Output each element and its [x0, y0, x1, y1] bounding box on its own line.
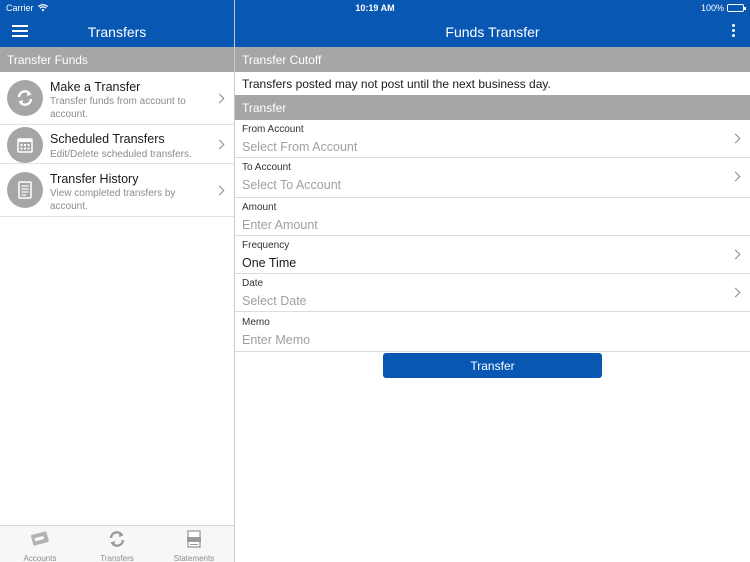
frequency-label: Frequency: [242, 240, 290, 251]
menu-item-make-transfer[interactable]: Make a Transfer Transfer funds from acco…: [0, 72, 234, 125]
memo-input[interactable]: [242, 333, 642, 347]
clock: 10:19 AM: [355, 3, 395, 13]
tab-statements[interactable]: Statements: [155, 528, 233, 562]
frequency-field[interactable]: Frequency One Time: [235, 236, 750, 274]
menu-item-title: Make a Transfer: [50, 80, 141, 94]
tab-label: Statements: [173, 554, 215, 562]
battery-indicator: 100%: [700, 3, 746, 13]
chevron-right-icon: [730, 249, 741, 260]
amount-input[interactable]: [242, 218, 642, 232]
chevron-right-icon: [214, 185, 225, 196]
to-account-field[interactable]: To Account Select To Account: [235, 158, 750, 198]
chevron-right-icon: [214, 93, 225, 104]
menu-item-subtitle: View completed transfers by account.: [50, 188, 176, 212]
left-pane: Transfer Funds Make a Transfer Transfer …: [0, 47, 234, 525]
tab-bar: Accounts Transfers Statements: [0, 525, 234, 562]
transfer-section-header: Transfer: [235, 95, 750, 120]
menu-item-scheduled-transfers[interactable]: Scheduled Transfers Edit/Delete schedule…: [0, 125, 234, 164]
frequency-value: One Time: [242, 256, 297, 270]
cutoff-notice: Transfers posted may not post until the …: [242, 77, 551, 91]
tab-label: Accounts: [23, 554, 57, 562]
chevron-right-icon: [730, 133, 741, 144]
amount-value-wrap: [242, 218, 642, 232]
date-value: Select Date: [242, 294, 307, 308]
menu-item-transfer-history[interactable]: Transfer History View completed transfer…: [0, 164, 234, 217]
calendar-icon: [7, 127, 43, 163]
menu-item-title: Scheduled Transfers: [50, 132, 165, 146]
transfer-funds-header: Transfer Funds: [0, 47, 234, 72]
left-nav-title: Transfers: [87, 24, 147, 40]
chevron-right-icon: [730, 171, 741, 182]
tab-accounts[interactable]: Accounts: [1, 528, 79, 562]
left-navbar: Transfers: [0, 16, 234, 47]
status-bar: Carrier 10:19 AM 100%: [0, 0, 750, 16]
amount-field: Amount: [235, 198, 750, 236]
chevron-right-icon: [730, 287, 741, 298]
page-title: Funds Transfer: [445, 24, 540, 40]
menu-item-subtitle: Edit/Delete scheduled transfers.: [50, 149, 192, 160]
battery-icon: [727, 4, 746, 12]
date-label: Date: [242, 278, 264, 289]
memo-field: Memo: [235, 312, 750, 352]
tab-transfers[interactable]: Transfers: [78, 528, 156, 562]
transfers-icon: [78, 528, 156, 550]
date-field[interactable]: Date Select Date: [235, 274, 750, 312]
transfer-arrows-icon: [7, 80, 43, 116]
statements-icon: [155, 528, 233, 550]
transfer-cutoff-header: Transfer Cutoff: [235, 47, 750, 72]
from-account-label: From Account: [242, 124, 304, 135]
transfer-button[interactable]: Transfer: [383, 353, 602, 378]
chevron-right-icon: [214, 139, 225, 150]
right-navbar: Funds Transfer: [235, 16, 750, 47]
accounts-icon: [1, 528, 79, 550]
menu-item-subtitle: Transfer funds from account to account.: [50, 96, 186, 120]
to-account-label: To Account: [242, 162, 291, 173]
more-options-icon[interactable]: [732, 24, 736, 38]
from-account-field[interactable]: From Account Select From Account: [235, 120, 750, 158]
menu-item-title: Transfer History: [50, 172, 139, 186]
memo-label: Memo: [242, 317, 270, 328]
amount-label: Amount: [242, 202, 277, 213]
battery-percent: 100%: [700, 3, 724, 13]
funds-transfer-pane: Transfer Cutoff Transfers posted may not…: [235, 47, 750, 562]
tab-label: Transfers: [100, 554, 134, 562]
memo-value-wrap: [242, 333, 642, 347]
to-account-value: Select To Account: [242, 178, 342, 192]
from-account-value: Select From Account: [242, 140, 358, 154]
document-icon: [7, 172, 43, 208]
